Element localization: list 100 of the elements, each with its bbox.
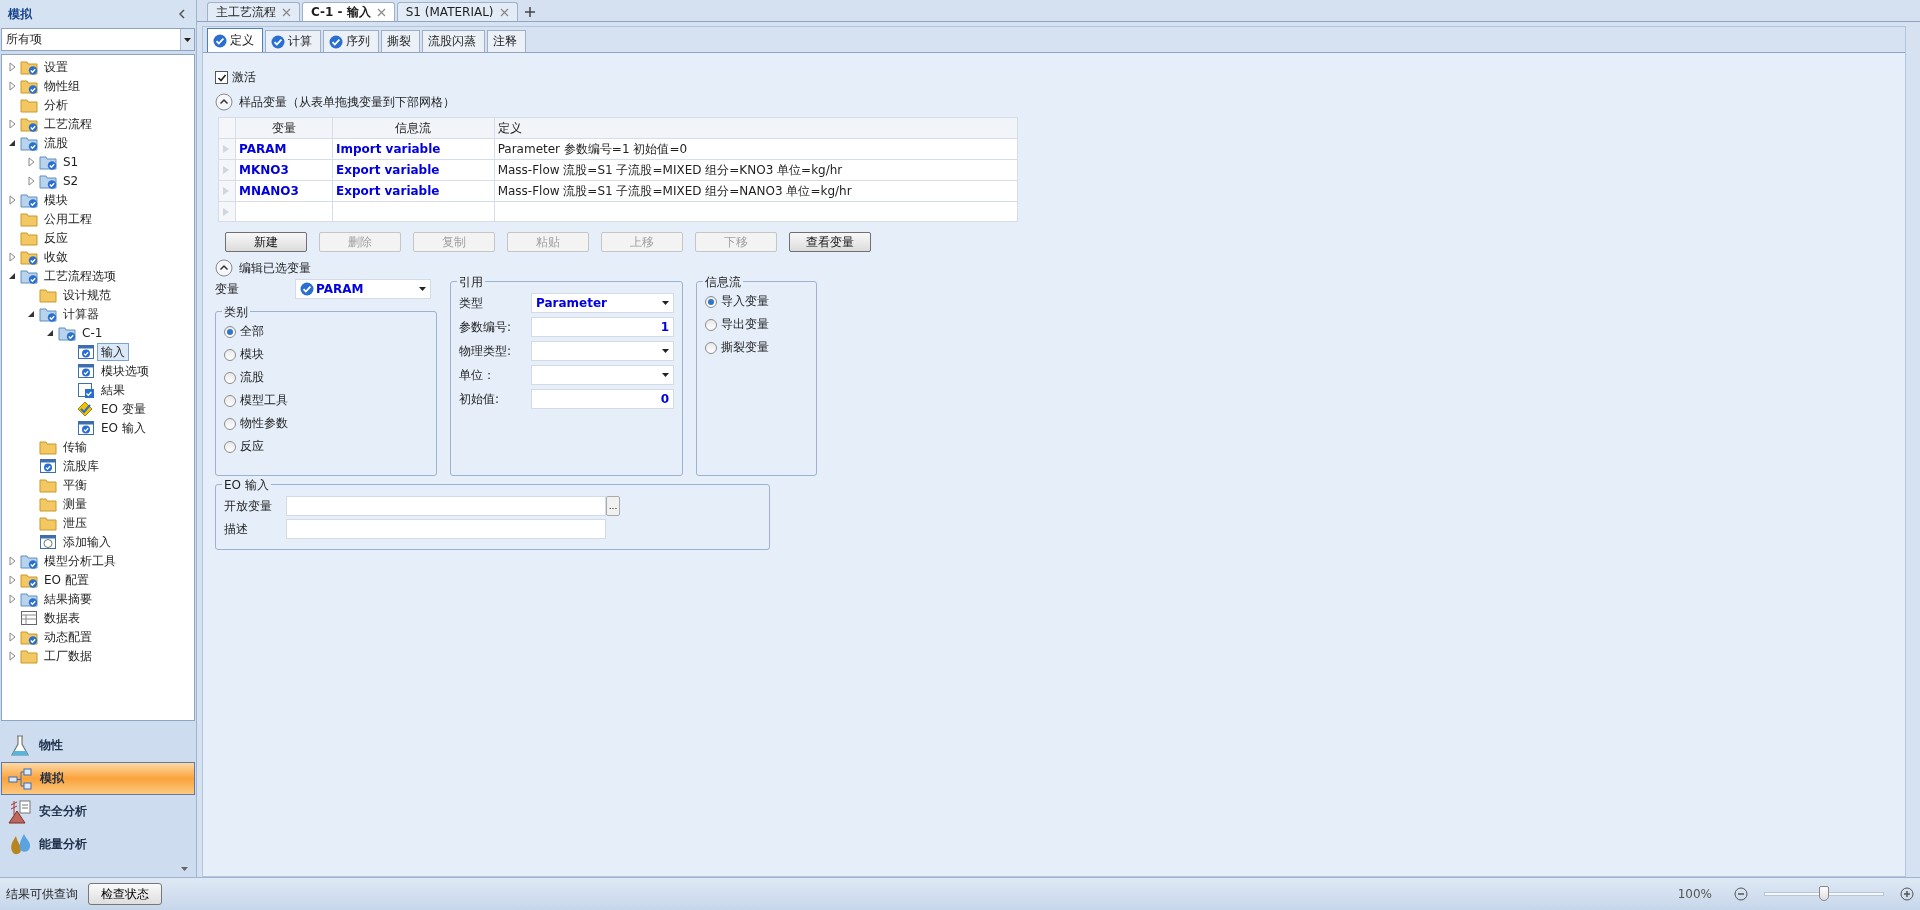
tree-item[interactable]: 流股库 xyxy=(59,456,103,475)
document-tab[interactable]: 主工艺流程 xyxy=(207,2,300,21)
overflow-arrow-icon[interactable] xyxy=(181,867,188,871)
dropdown-field[interactable] xyxy=(531,365,674,385)
tree-item[interactable]: 物性组 xyxy=(40,76,84,95)
tree-item[interactable]: 結果摘要 xyxy=(40,589,96,608)
input-field[interactable] xyxy=(286,519,606,539)
tree-item[interactable]: C-1 xyxy=(78,323,107,342)
radio-button[interactable] xyxy=(224,371,236,384)
form-tab[interactable]: 序列 xyxy=(323,30,379,52)
collapsed-arrow-icon[interactable] xyxy=(6,573,18,586)
radio-option[interactable]: 全部 xyxy=(224,322,428,341)
tree-item[interactable]: 计算器 xyxy=(59,304,103,323)
radio-button[interactable] xyxy=(224,417,236,430)
form-tab[interactable]: 注释 xyxy=(487,30,526,52)
collapse-icon[interactable] xyxy=(215,93,233,111)
tree-item[interactable]: 收敛 xyxy=(40,247,72,266)
grid-button[interactable]: 查看变量 xyxy=(789,232,871,252)
close-icon[interactable] xyxy=(376,7,386,17)
form-tab[interactable]: 撕裂 xyxy=(381,30,420,52)
document-tab[interactable]: S1 (MATERIAL) xyxy=(396,2,518,21)
collapse-icon[interactable] xyxy=(215,259,233,277)
document-tab[interactable]: C-1 - 输入 xyxy=(302,2,395,21)
radio-option[interactable]: 撕裂变量 xyxy=(705,338,808,357)
filter-dropdown[interactable]: 所有项 xyxy=(1,28,195,51)
collapsed-arrow-icon[interactable] xyxy=(25,174,37,187)
tree-item[interactable]: S1 xyxy=(59,152,83,171)
collapsed-arrow-icon[interactable] xyxy=(6,250,18,263)
close-icon[interactable] xyxy=(499,7,509,17)
tree-item[interactable]: 数据表 xyxy=(40,608,84,627)
tree-item[interactable]: 分析 xyxy=(40,95,72,114)
tree-item[interactable]: 模块选项 xyxy=(97,361,153,380)
radio-button[interactable] xyxy=(224,348,236,361)
tree-item[interactable]: EO 输入 xyxy=(97,418,150,437)
tree-item[interactable]: 反应 xyxy=(40,228,72,247)
tree-item[interactable]: 流股 xyxy=(40,133,72,152)
collapsed-arrow-icon[interactable] xyxy=(6,554,18,567)
form-tab[interactable]: 计算 xyxy=(265,30,321,52)
tree-item[interactable]: 結果 xyxy=(97,380,129,399)
zoom-out-icon[interactable] xyxy=(1734,887,1748,901)
tree-item[interactable]: 测量 xyxy=(59,494,91,513)
collapse-chevron-icon[interactable] xyxy=(176,8,188,20)
radio-button[interactable] xyxy=(705,318,717,331)
check-status-button[interactable]: 检查状态 xyxy=(88,883,162,905)
grid-button[interactable]: 新建 xyxy=(225,232,307,252)
tree-item[interactable]: 工厂数据 xyxy=(40,646,96,665)
tree-item[interactable]: 设置 xyxy=(40,57,72,76)
add-tab-icon[interactable] xyxy=(523,6,536,18)
tree-item[interactable]: 平衡 xyxy=(59,475,91,494)
radio-option[interactable]: 导出变量 xyxy=(705,315,808,334)
zoom-slider-thumb[interactable] xyxy=(1819,886,1829,901)
radio-button[interactable] xyxy=(224,440,236,453)
input-field[interactable]: 0 xyxy=(531,389,674,409)
collapsed-arrow-icon[interactable] xyxy=(6,79,18,92)
tree-item[interactable]: 添加输入 xyxy=(59,532,115,551)
browse-button[interactable]: ... xyxy=(606,496,620,516)
form-tab[interactable]: 流股闪蒸 xyxy=(422,30,485,52)
nav-button[interactable]: 物性 xyxy=(1,729,195,762)
radio-option[interactable]: 反应 xyxy=(224,437,428,456)
tree-item[interactable]: EO 配置 xyxy=(40,570,93,589)
input-field[interactable] xyxy=(286,496,606,516)
dropdown-field[interactable] xyxy=(531,341,674,361)
collapsed-arrow-icon[interactable] xyxy=(6,649,18,662)
form-tab[interactable]: 定义 xyxy=(207,28,263,52)
tree-item[interactable]: 工艺流程选项 xyxy=(40,266,120,285)
zoom-in-icon[interactable] xyxy=(1900,887,1914,901)
tree-item[interactable]: EO 变量 xyxy=(97,399,150,418)
radio-option[interactable]: 导入变量 xyxy=(705,292,808,311)
nav-button[interactable]: 安全分析 xyxy=(1,795,195,828)
radio-option[interactable]: 模块 xyxy=(224,345,428,364)
radio-button[interactable] xyxy=(705,295,717,308)
tree-item[interactable]: 输入 xyxy=(97,342,129,361)
collapsed-arrow-icon[interactable] xyxy=(25,155,37,168)
radio-button[interactable] xyxy=(705,341,717,354)
nav-button[interactable]: 模拟 xyxy=(1,762,195,795)
tree-item[interactable]: 传输 xyxy=(59,437,91,456)
variable-dropdown[interactable]: PARAM xyxy=(295,279,431,299)
radio-button[interactable] xyxy=(224,325,236,338)
collapsed-arrow-icon[interactable] xyxy=(6,630,18,643)
tree-item[interactable]: 模型分析工具 xyxy=(40,551,120,570)
collapsed-arrow-icon[interactable] xyxy=(6,60,18,73)
tree-item[interactable]: 动态配置 xyxy=(40,627,96,646)
nav-button[interactable]: 能量分析 xyxy=(1,828,195,861)
collapsed-arrow-icon[interactable] xyxy=(6,193,18,206)
close-icon[interactable] xyxy=(282,7,291,17)
radio-option[interactable]: 流股 xyxy=(224,368,428,387)
collapsed-arrow-icon[interactable] xyxy=(6,592,18,605)
radio-option[interactable]: 模型工具 xyxy=(224,391,428,410)
tree-item[interactable]: 公用工程 xyxy=(40,209,96,228)
dropdown-field[interactable]: Parameter xyxy=(531,293,674,313)
active-checkbox[interactable] xyxy=(215,71,228,84)
tree-item[interactable]: S2 xyxy=(59,171,83,190)
tree-item[interactable]: 泄压 xyxy=(59,513,91,532)
radio-button[interactable] xyxy=(224,394,236,407)
radio-option[interactable]: 物性参数 xyxy=(224,414,428,433)
tree-item[interactable]: 设计规范 xyxy=(59,285,115,304)
collapsed-arrow-icon[interactable] xyxy=(6,117,18,130)
input-field[interactable]: 1 xyxy=(531,317,674,337)
tree-item[interactable]: 工艺流程 xyxy=(40,114,96,133)
tree-item[interactable]: 模块 xyxy=(40,190,72,209)
